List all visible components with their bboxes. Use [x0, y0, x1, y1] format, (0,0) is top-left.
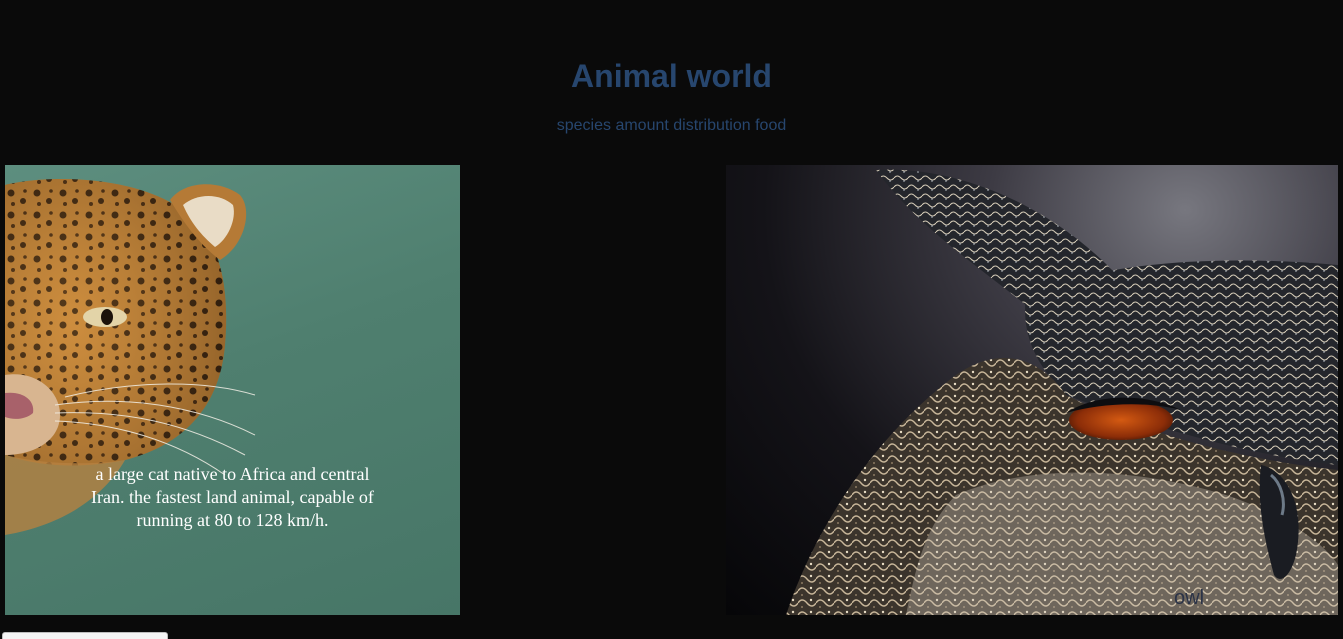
page: Animal world species amount distribution…: [0, 0, 1343, 639]
owl-image: [786, 169, 1338, 615]
nav-item-food[interactable]: food: [755, 117, 786, 134]
nav-bar: species amount distribution food: [0, 116, 1343, 136]
nav-item-distribution[interactable]: distribution: [673, 117, 750, 134]
leopard-card[interactable]: a large cat native to Africa and central…: [5, 165, 460, 615]
leopard-caption: a large cat native to Africa and central…: [91, 464, 374, 530]
owl-label: owl: [1174, 587, 1205, 609]
leopard-image: [5, 179, 256, 535]
bottom-button[interactable]: [2, 632, 168, 639]
owl-card[interactable]: owl: [726, 165, 1338, 615]
page-title: Animal world: [571, 58, 772, 94]
nav-item-species[interactable]: species: [557, 117, 611, 134]
nav-item-amount[interactable]: amount: [615, 117, 668, 134]
